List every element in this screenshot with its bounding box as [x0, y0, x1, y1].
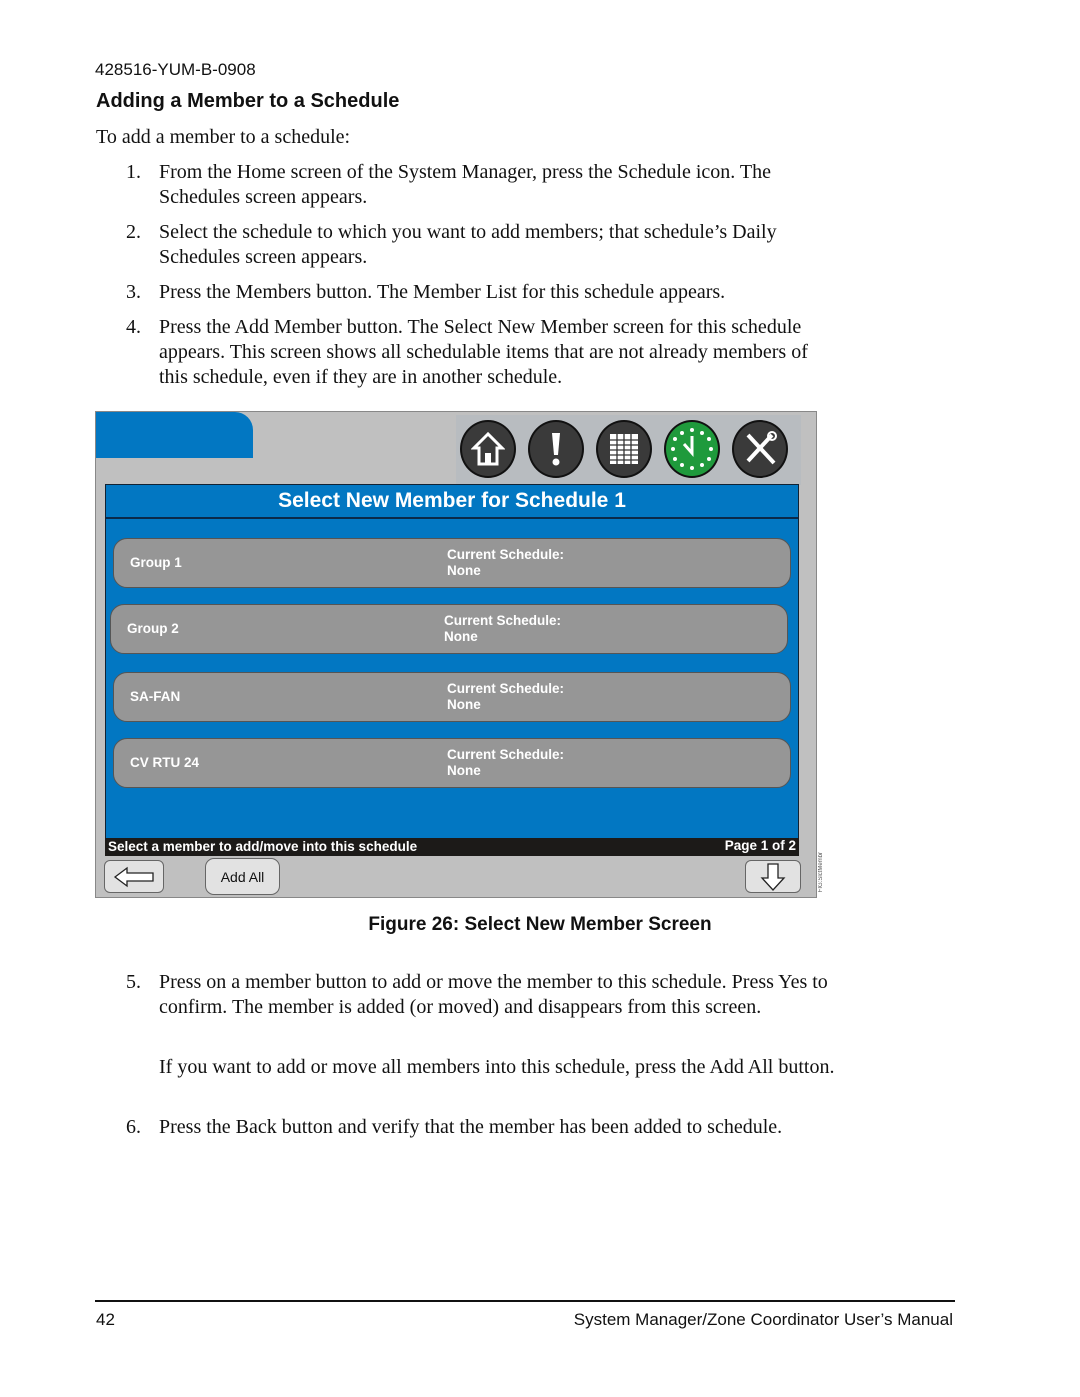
status-bar: Select a member to add/move into this sc…: [105, 838, 799, 856]
schedule-clock-icon[interactable]: [664, 420, 720, 478]
current-schedule: Current Schedule: None: [444, 613, 562, 644]
step-text: Press the Members button. The Member Lis…: [159, 281, 726, 303]
home-icon[interactable]: [460, 420, 516, 478]
current-schedule: Current Schedule: None: [447, 681, 565, 712]
member-button-cv-rtu-24[interactable]: CV RTU 24 Current Schedule: None: [113, 738, 791, 788]
member-name: Group 1: [130, 555, 182, 570]
page-indicator: Page 1 of 2: [724, 838, 796, 853]
step-3: 3. Press the Members button. The Member L…: [126, 280, 839, 305]
manual-title: System Manager/Zone Coordinator User’s M…: [573, 1310, 953, 1329]
tools-icon[interactable]: [732, 420, 788, 478]
step-6: 6. Press the Back button and verify that …: [126, 1115, 839, 1140]
section-heading: Adding a Member to a Schedule: [96, 90, 400, 112]
member-name: CV RTU 24: [130, 755, 200, 770]
step-text: Select the schedule to which you want to…: [159, 221, 777, 268]
member-button-group-1[interactable]: Group 1 Current Schedule: None: [113, 538, 791, 588]
report-icon[interactable]: [596, 420, 652, 478]
step-5-note: If you want to add or move all members i…: [159, 1055, 839, 1080]
add-all-label: Add All: [220, 868, 265, 885]
step-number: 3.: [126, 281, 141, 303]
step-number: 2.: [126, 221, 141, 243]
step-number: 6.: [126, 1116, 141, 1138]
alarm-icon[interactable]: [528, 420, 584, 478]
document-id: 428516-YUM-B-0908: [95, 60, 256, 79]
intro-text: To add a member to a schedule:: [96, 126, 351, 148]
back-button[interactable]: [104, 860, 164, 893]
member-name: SA-FAN: [130, 689, 181, 704]
arrow-down-icon: [760, 862, 786, 891]
add-all-button[interactable]: Add All: [205, 858, 280, 895]
current-schedule: Current Schedule: None: [447, 747, 565, 778]
screen-tab: [96, 412, 253, 458]
icon-bar: [456, 415, 801, 485]
step-text: Press on a member button to add or move …: [159, 971, 828, 1018]
page-number: 42: [96, 1310, 115, 1329]
member-button-group-2[interactable]: Group 2 Current Schedule: None: [110, 604, 788, 654]
step-2: 2. Select the schedule to which you want …: [126, 220, 839, 270]
current-schedule: Current Schedule: None: [447, 547, 565, 578]
arrow-left-icon: [113, 866, 154, 887]
step-number: 4.: [126, 316, 141, 338]
step-number: 5.: [126, 971, 141, 993]
step-4: 4. Press the Add Member button. The Selec…: [126, 315, 839, 390]
select-new-member-screenshot: Select New Member for Schedule 1 Group 1…: [95, 411, 817, 898]
figure-caption: Figure 26: Select New Member Screen: [368, 914, 712, 935]
screen-title: Select New Member for Schedule 1: [106, 485, 798, 519]
member-panel: Select New Member for Schedule 1 Group 1…: [105, 484, 799, 856]
status-text: Select a member to add/move into this sc…: [108, 839, 418, 854]
step-text: Press the Add Member button. The Select …: [159, 316, 808, 388]
member-name: Group 2: [127, 621, 179, 636]
footer-rule: [95, 1300, 955, 1302]
step-5: 5. Press on a member button to add or mov…: [126, 970, 839, 1020]
figure-tag: FIG:SlctMembr: [818, 852, 824, 893]
step-text: If you want to add or move all members i…: [159, 1056, 835, 1078]
member-button-sa-fan[interactable]: SA-FAN Current Schedule: None: [113, 672, 791, 722]
step-1: 1. From the Home screen of the System Man…: [126, 160, 839, 210]
step-text: From the Home screen of the System Manag…: [159, 161, 772, 208]
step-text: Press the Back button and verify that th…: [159, 1116, 783, 1138]
page-down-button[interactable]: [745, 860, 801, 893]
step-number: 1.: [126, 161, 141, 183]
